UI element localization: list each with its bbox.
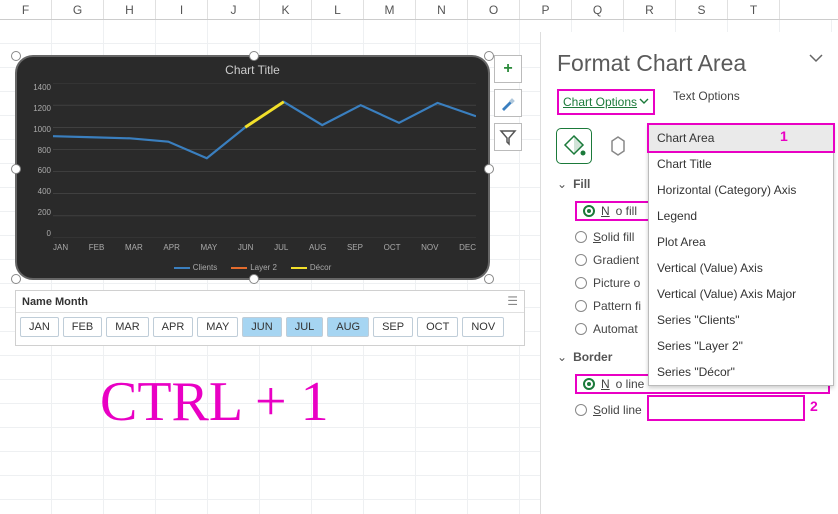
dropdown-option[interactable]: Chart Title: [649, 151, 833, 177]
column-header-R[interactable]: R: [624, 0, 676, 19]
slicer-item-jan[interactable]: JAN: [20, 317, 59, 337]
column-header-S[interactable]: S: [676, 0, 728, 19]
dropdown-option[interactable]: Vertical (Value) Axis: [649, 255, 833, 281]
annotation-2: 2: [810, 398, 818, 414]
slicer-item-apr[interactable]: APR: [153, 317, 194, 337]
column-header-P[interactable]: P: [520, 0, 572, 19]
slicer-name-month[interactable]: Name Month ☰ JANFEBMARAPRMAYJUNJULAUGSEP…: [15, 290, 525, 346]
fill-and-line-icon[interactable]: [557, 129, 591, 163]
dropdown-option[interactable]: Series "Décor": [649, 359, 833, 385]
chart-filter-button[interactable]: [494, 123, 522, 151]
plot-area[interactable]: [53, 83, 476, 238]
slicer-multiselect-icon[interactable]: ☰: [507, 294, 518, 308]
column-header-G[interactable]: G: [52, 0, 104, 19]
dropdown-option[interactable]: Plot Area: [649, 229, 833, 255]
embedded-chart[interactable]: Chart Title 1400120010008006004002000 JA…: [15, 55, 490, 280]
slicer-item-aug[interactable]: AUG: [327, 317, 369, 337]
radio-no-line[interactable]: No line: [601, 377, 644, 391]
slicer-item-may[interactable]: MAY: [197, 317, 238, 337]
series-clients-line: [53, 102, 476, 158]
chart-legend[interactable]: ClientsLayer 2Décor: [17, 263, 488, 272]
slicer-item-jul[interactable]: JUL: [286, 317, 324, 337]
x-axis: JANFEBMARAPRMAYJUNJULAUGSEPOCTNOVDEC: [53, 243, 476, 252]
pane-collapse-icon[interactable]: [808, 50, 824, 71]
dropdown-option[interactable]: Horizontal (Category) Axis: [649, 177, 833, 203]
column-header-F[interactable]: F: [0, 0, 52, 19]
shortcut-annotation: CTRL + 1: [100, 370, 329, 434]
dropdown-option[interactable]: Series "Layer 2": [649, 333, 833, 359]
tab-text-options[interactable]: Text Options: [673, 89, 740, 115]
tab-chart-options[interactable]: Chart Options: [563, 95, 637, 109]
dropdown-option[interactable]: Vertical (Value) Axis Major: [649, 281, 833, 307]
chart-add-element-button[interactable]: +: [494, 55, 522, 83]
column-header-O[interactable]: O: [468, 0, 520, 19]
y-axis: 1400120010008006004002000: [19, 83, 51, 238]
chart-options-dropdown[interactable]: Chart AreaChart TitleHorizontal (Categor…: [648, 124, 834, 386]
slicer-title: Name Month: [22, 296, 88, 308]
column-header-L[interactable]: L: [312, 0, 364, 19]
slicer-item-nov[interactable]: NOV: [462, 317, 504, 337]
chevron-down-icon[interactable]: [639, 93, 649, 111]
column-headers: FGHIJKLMNOPQRST: [0, 0, 838, 20]
dropdown-option[interactable]: Legend: [649, 203, 833, 229]
slicer-item-oct[interactable]: OCT: [417, 317, 458, 337]
chart-styles-button[interactable]: [494, 89, 522, 117]
column-header-Q[interactable]: Q: [572, 0, 624, 19]
dropdown-option[interactable]: Chart Area: [649, 125, 833, 151]
radio-no-fill[interactable]: No fill: [601, 204, 637, 218]
annotation-1: 1: [780, 128, 788, 144]
slicer-item-sep[interactable]: SEP: [373, 317, 413, 337]
series-decor-line: [245, 102, 283, 127]
slicer-item-jun[interactable]: JUN: [242, 317, 281, 337]
column-header-K[interactable]: K: [260, 0, 312, 19]
column-header-M[interactable]: M: [364, 0, 416, 19]
column-header-I[interactable]: I: [156, 0, 208, 19]
column-header-H[interactable]: H: [104, 0, 156, 19]
slicer-item-mar[interactable]: MAR: [106, 317, 148, 337]
radio-solid-line[interactable]: Solid line: [575, 403, 830, 417]
column-header-N[interactable]: N: [416, 0, 468, 19]
slicer-item-feb[interactable]: FEB: [63, 317, 102, 337]
slicer-items: JANFEBMARAPRMAYJUNJULAUGSEPOCTNOV: [16, 313, 524, 341]
dropdown-option[interactable]: Series "Clients": [649, 307, 833, 333]
pane-title: Format Chart Area: [557, 50, 830, 77]
effects-icon[interactable]: [601, 129, 635, 163]
column-header-T[interactable]: T: [728, 0, 780, 19]
column-header-J[interactable]: J: [208, 0, 260, 19]
